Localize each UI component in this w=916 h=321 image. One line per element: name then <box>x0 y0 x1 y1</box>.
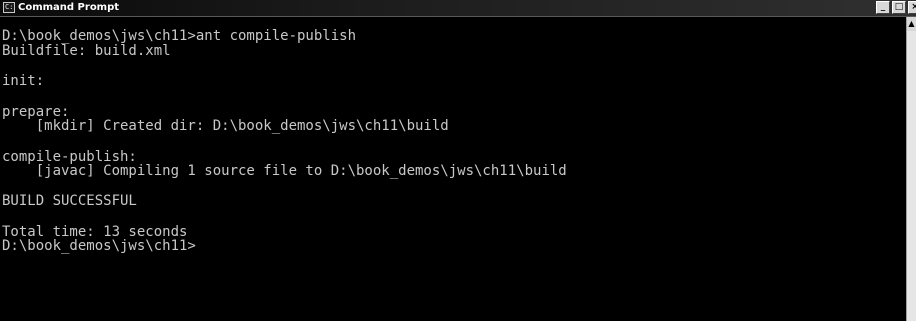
console-line-build-status: BUILD SUCCESSFUL <box>2 193 137 209</box>
command-prompt-window: C:\ Command Prompt _ □ × D:\book_demos\j… <box>0 0 916 321</box>
window-controls: _ □ × <box>876 1 916 14</box>
title-bar[interactable]: C:\ Command Prompt _ □ × <box>0 0 916 17</box>
console-line-total-time: Total time: 13 seconds <box>2 224 188 240</box>
console-line-command: D:\book_demos\jws\ch11>ant compile-publi… <box>2 28 357 44</box>
close-button[interactable]: × <box>908 1 916 14</box>
console-line-init: init: <box>2 73 45 89</box>
console-line-buildfile: Buildfile: build.xml <box>2 43 171 59</box>
maximize-button[interactable]: □ <box>892 1 906 14</box>
console-line-prepare: prepare: <box>2 104 70 120</box>
console-line-mkdir: [mkdir] Created dir: D:\book_demos\jws\c… <box>2 118 449 134</box>
console-line-javac: [javac] Compiling 1 source file to D:\bo… <box>2 163 567 179</box>
window-title: Command Prompt <box>18 2 120 13</box>
console-line-compile-publish: compile-publish: <box>2 149 137 165</box>
console-icon[interactable]: C:\ <box>3 2 15 13</box>
console-line-prompt: D:\book_demos\jws\ch11> <box>2 238 196 254</box>
minimize-button[interactable]: _ <box>876 1 890 14</box>
scroll-up-arrow-icon[interactable]: ▲ <box>907 17 916 31</box>
console-output[interactable]: D:\book_demos\jws\ch11>ant compile-publi… <box>0 17 906 321</box>
vertical-scrollbar[interactable]: ▲ <box>906 17 916 321</box>
